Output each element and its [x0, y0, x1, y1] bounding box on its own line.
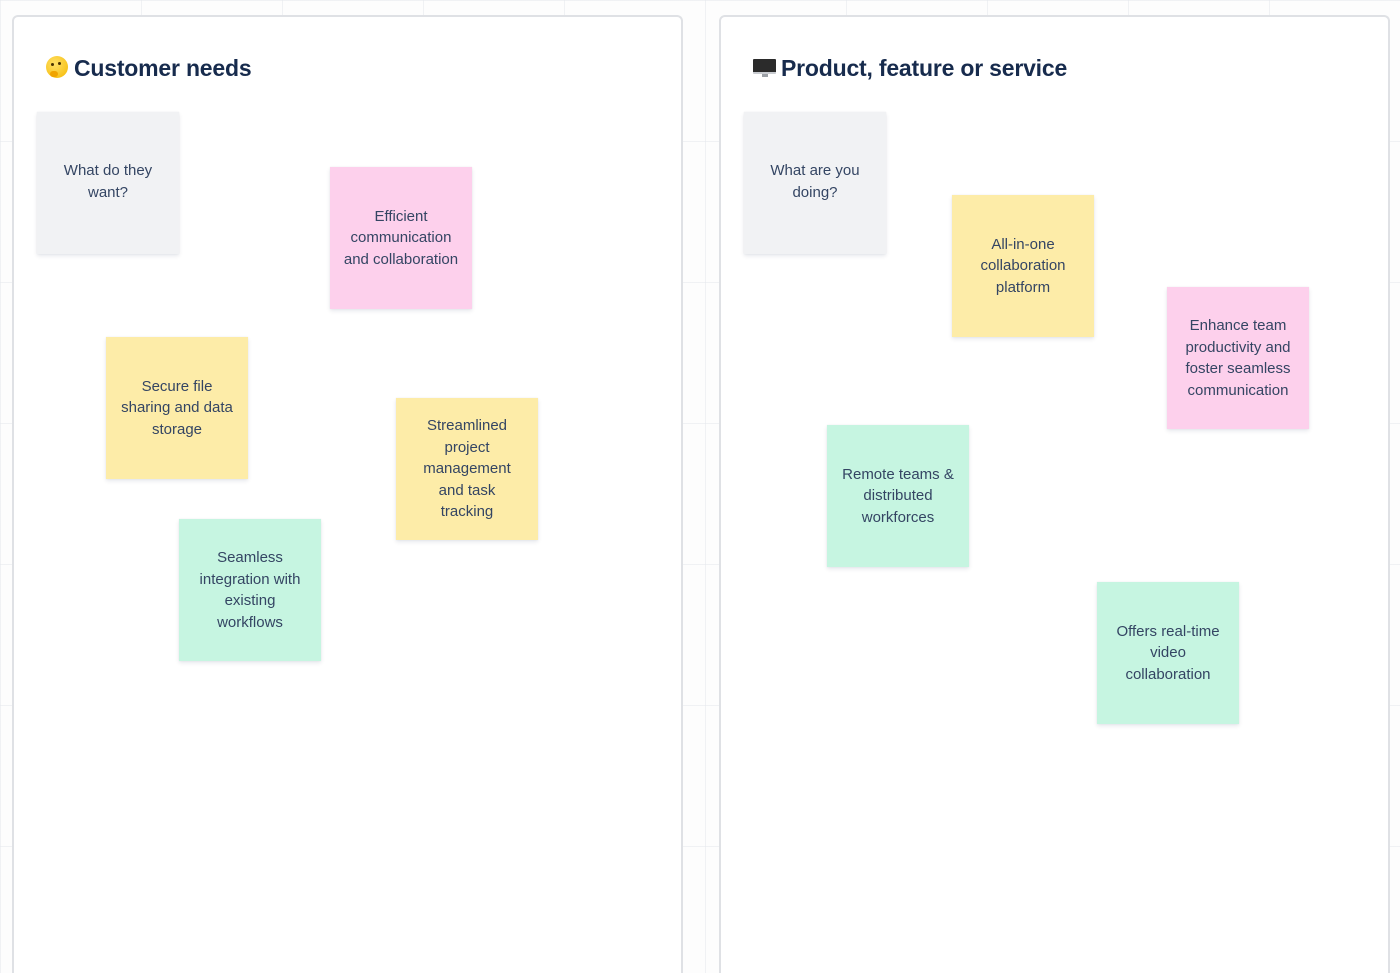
thinking-face-icon — [44, 55, 70, 82]
sticky-note-text: Seamless integration with existing workf… — [199, 549, 301, 631]
frame-customer-needs[interactable]: Customer needs What do they want? Effici… — [12, 15, 683, 973]
frame-title-customer-needs: Customer needs — [44, 55, 252, 82]
frame-title-text: Product, feature or service — [781, 55, 1068, 81]
sticky-note[interactable]: What do they want? — [37, 112, 179, 254]
frame-product-feature-service[interactable]: Product, feature or service What are you… — [719, 15, 1390, 973]
frame-title-product: Product, feature or service — [751, 55, 1067, 82]
sticky-note[interactable]: Enhance team productivity and foster sea… — [1167, 287, 1309, 429]
whiteboard-canvas[interactable]: Customer needs What do they want? Effici… — [0, 0, 1400, 973]
sticky-note[interactable]: Seamless integration with existing workf… — [179, 519, 321, 661]
sticky-note[interactable]: Remote teams & distributed workforces — [827, 425, 969, 567]
sticky-note[interactable]: Offers real-time video collaboration — [1097, 582, 1239, 724]
sticky-note[interactable]: Efficient communication and collaboratio… — [330, 167, 472, 309]
sticky-note-text: What are you doing? — [770, 162, 860, 201]
sticky-note[interactable]: Streamlined project management and task … — [396, 398, 538, 540]
sticky-note-text: All-in-one collaboration platform — [980, 235, 1066, 296]
sticky-note[interactable]: Secure file sharing and data storage — [106, 337, 248, 479]
sticky-note-text: Efficient communication and collaboratio… — [343, 207, 459, 268]
sticky-note[interactable]: What are you doing? — [744, 112, 886, 254]
frame-title-text: Customer needs — [74, 55, 252, 81]
sticky-note[interactable]: All-in-one collaboration platform — [952, 195, 1094, 337]
sticky-note-text: Streamlined project management and task … — [423, 417, 511, 521]
sticky-note-text: What do they want? — [63, 162, 153, 201]
sticky-note-text: Enhance team productivity and foster sea… — [1185, 317, 1291, 399]
sticky-note-text: Secure file sharing and data storage — [121, 377, 233, 438]
sticky-note-text: Offers real-time video collaboration — [1116, 622, 1220, 683]
desktop-computer-icon — [751, 57, 777, 81]
sticky-note-text: Remote teams & distributed workforces — [842, 465, 954, 526]
